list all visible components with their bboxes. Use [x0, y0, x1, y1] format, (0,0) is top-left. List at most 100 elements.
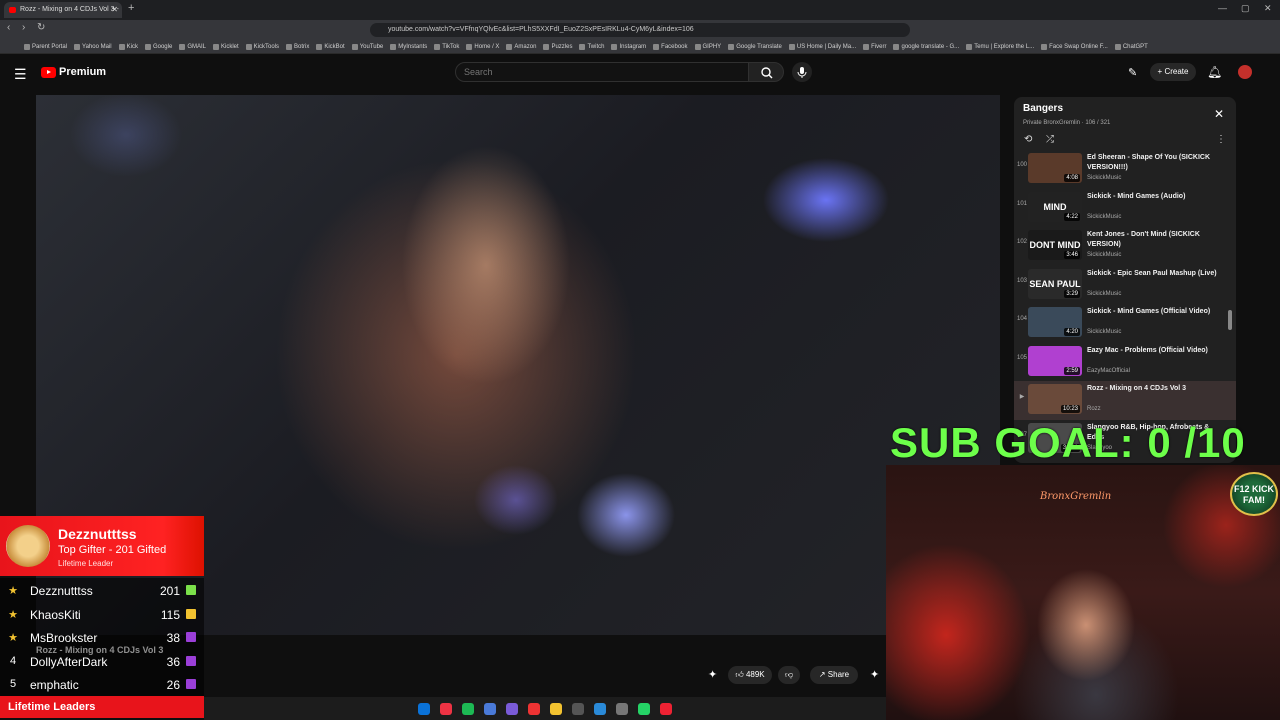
taskbar-app-icon[interactable]	[572, 702, 584, 715]
leaderboard-count: 115	[160, 607, 180, 622]
menu-icon[interactable]: ☰	[14, 66, 27, 83]
search-button[interactable]	[748, 62, 784, 82]
bookmark-favicon-icon	[212, 43, 219, 50]
video-thumbnail[interactable]: MIND GAMES4:22	[1028, 191, 1082, 222]
leaderboard-count: 38	[166, 631, 180, 645]
kick-fam-badge: F12 KICK FAM!	[1230, 472, 1278, 516]
leaderboard-user: Dezznutttss	[30, 584, 93, 598]
leaderboard-row: ★ Dezznutttss 201	[0, 580, 204, 602]
video-duration: 4:08	[1064, 174, 1080, 182]
bookmark-item[interactable]: ChatGPT	[1114, 43, 1148, 50]
browser-tab[interactable]: Rozz - Mixing on 4 CDJs Vol 3 - ✕	[4, 2, 122, 18]
youtube-brand[interactable]: Premium	[59, 66, 106, 78]
playlist-scrollbar[interactable]	[1228, 310, 1232, 330]
minimize-icon[interactable]: —	[1218, 3, 1227, 13]
taskbar-app-icon[interactable]	[638, 702, 650, 715]
bookmark-item[interactable]: MyInstants	[390, 43, 427, 50]
bookmark-item[interactable]: Kicklet	[212, 43, 239, 50]
dislike-button[interactable]: 👎︎	[778, 666, 800, 684]
youtube-logo-icon[interactable]	[41, 67, 56, 78]
playlist-item-channel: SickickMusic	[1087, 329, 1122, 335]
voice-search-button[interactable]	[792, 62, 812, 82]
avatar[interactable]	[1238, 65, 1252, 79]
playlist-item[interactable]: ▶ 10:23 Rozz - Mixing on 4 CDJs Vol 3 Rozz	[1014, 381, 1236, 420]
bookmark-item[interactable]: Amazon	[506, 43, 536, 50]
bookmark-item[interactable]: Facebook	[653, 43, 688, 50]
bookmark-item[interactable]: google translate - G...	[893, 43, 959, 50]
playlist-item-index: 103	[1016, 277, 1027, 284]
leaderboard-rank: 4	[9, 654, 17, 667]
playlist-item[interactable]: 101MIND GAMES4:22 Sickick - Mind Games (A…	[1014, 189, 1236, 228]
sub-goal-overlay: SUB GOAL: 0 /10	[890, 419, 1246, 466]
taskbar-app-icon[interactable]	[616, 702, 628, 715]
taskbar-app-icon[interactable]	[462, 702, 474, 715]
taskbar-app-icon[interactable]	[418, 702, 430, 715]
video-thumbnail[interactable]: SEAN PAUL 3:29	[1028, 268, 1082, 299]
taskbar	[204, 697, 886, 720]
bookmark-item[interactable]: GIPHY	[694, 43, 721, 50]
taskbar-app-icon[interactable]	[660, 702, 672, 715]
maximize-icon[interactable]: ▢	[1241, 3, 1250, 14]
playlist-item[interactable]: 102 DONT MIND 3:46 Kent Jones - Don't Mind …	[1014, 227, 1236, 266]
loop-icon[interactable]: ⟲	[1024, 134, 1032, 145]
bookmarks-bar: Parent Portal Yahoo Mail Kick Google GMAIL Ki…	[0, 40, 1280, 54]
reload-icon[interactable]: ↻	[37, 22, 45, 33]
notifications-bell-icon[interactable]: 🔔︎	[1207, 65, 1222, 79]
create-button[interactable]: + Create	[1150, 63, 1196, 81]
leaderboard-rank: ★	[8, 632, 18, 644]
playlist-item-index: 105	[1016, 354, 1027, 361]
premium-icon[interactable]: ✦	[708, 668, 717, 681]
bookmark-item[interactable]: Google Translate	[728, 43, 782, 50]
forward-icon[interactable]: ›	[22, 22, 25, 33]
new-tab-icon[interactable]: +	[128, 2, 134, 14]
bookmark-item[interactable]: Botrix	[286, 43, 309, 50]
like-button[interactable]: 👍︎ 489K	[728, 666, 772, 684]
bookmark-item[interactable]: Google	[144, 43, 172, 50]
shuffle-icon[interactable]: ⤮	[1046, 134, 1054, 145]
playlist-item[interactable]: 105 2:59 Eazy Mac - Problems (Official Vid…	[1014, 343, 1236, 382]
taskbar-app-icon[interactable]	[594, 702, 606, 715]
video-thumbnail[interactable]: 4:08	[1028, 153, 1082, 183]
taskbar-app-icon[interactable]	[440, 702, 452, 715]
studio-icon[interactable]: ✎	[1128, 66, 1137, 79]
bookmark-item[interactable]: TikTok	[434, 43, 459, 50]
bookmark-item[interactable]: YouTube	[351, 43, 383, 50]
close-window-icon[interactable]: ✕	[1264, 3, 1272, 14]
taskbar-app-icon[interactable]	[550, 702, 562, 715]
address-bar[interactable]: youtube.com/watch?v=VFfnqYQlvEc&list=PLh…	[370, 23, 910, 37]
sparkle-icon[interactable]: ✦	[870, 668, 879, 681]
bookmark-item[interactable]: Twitch	[579, 43, 604, 50]
back-icon[interactable]: ‹	[7, 22, 10, 33]
share-button[interactable]: ↗ Share	[810, 666, 858, 684]
bookmark-item[interactable]: Instagram	[611, 43, 646, 50]
bookmark-item[interactable]: GMAIL	[179, 43, 206, 50]
playlist-item[interactable]: 103 SEAN PAUL 3:29 Sickick - Epic Sean Paul…	[1014, 266, 1236, 305]
bookmark-item[interactable]: Yahoo Mail	[74, 43, 112, 50]
playlist-item-channel: SickickMusic	[1087, 252, 1122, 258]
video-thumbnail[interactable]: DONT MIND 3:46	[1028, 230, 1082, 260]
leaderboard-count: 36	[166, 654, 180, 669]
video-thumbnail[interactable]: 10:23	[1028, 384, 1082, 414]
taskbar-app-icon[interactable]	[528, 702, 540, 715]
taskbar-app-icon[interactable]	[484, 702, 496, 715]
more-options-icon[interactable]: ⋮	[1216, 134, 1226, 145]
bookmark-item[interactable]: Fiverr	[863, 43, 886, 50]
bookmark-item[interactable]: Parent Portal	[24, 43, 67, 50]
bookmark-item[interactable]: Home / X	[466, 43, 499, 50]
video-thumbnail[interactable]: 4:20	[1028, 307, 1082, 337]
video-thumbnail[interactable]: 2:59	[1028, 345, 1082, 376]
bookmark-item[interactable]: US Home | Daily Ma...	[788, 43, 857, 50]
search-input[interactable]	[455, 62, 749, 82]
bookmark-item[interactable]: Kick	[118, 43, 138, 50]
close-playlist-icon[interactable]: ✕	[1214, 107, 1224, 121]
bookmark-item[interactable]: Face Swap Online F...	[1041, 43, 1108, 50]
bookmark-label: US Home | Daily Ma...	[796, 43, 857, 50]
taskbar-app-icon[interactable]	[506, 702, 518, 715]
bookmark-item[interactable]: KickTools	[245, 43, 279, 50]
bookmark-item[interactable]: KickBot	[316, 43, 345, 50]
bookmark-item[interactable]: Temu | Explore the L...	[966, 43, 1034, 50]
playlist-item[interactable]: 100 4:08 Ed Sheeran - Shape Of You (SICKIC…	[1014, 150, 1236, 189]
bookmark-item[interactable]: Puzzles	[543, 43, 572, 50]
playlist-item[interactable]: 104 4:20 Sickick - Mind Games (Official Vi…	[1014, 304, 1236, 343]
close-tab-icon[interactable]: ✕	[111, 2, 118, 18]
